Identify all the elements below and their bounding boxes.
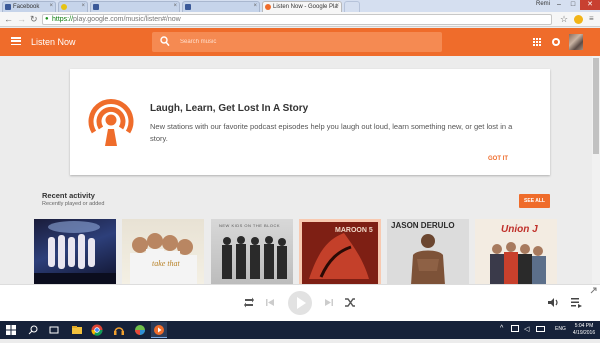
album-card[interactable]: MAROON 5 xyxy=(299,219,381,284)
windows-start-icon[interactable] xyxy=(4,323,18,337)
apps-grid-icon[interactable] xyxy=(533,38,541,46)
card-title: Laugh, Learn, Get Lost In A Story xyxy=(150,103,309,114)
page-title: Listen Now xyxy=(31,37,76,47)
avatar[interactable] xyxy=(569,34,583,50)
album-card[interactable]: NEW KIDS ON THE BLOCK xyxy=(211,219,293,284)
lock-icon: ● xyxy=(45,16,49,22)
scrollbar[interactable] xyxy=(592,56,600,284)
tab-3[interactable]: × xyxy=(90,1,180,12)
shuffle-icon[interactable] xyxy=(345,297,356,308)
active-app-highlight[interactable] xyxy=(151,322,167,338)
extension-icon[interactable] xyxy=(574,15,583,24)
previous-icon[interactable] xyxy=(266,299,274,306)
next-icon[interactable] xyxy=(325,299,333,306)
url-input[interactable]: ● https://play.google.com/music/listen#/… xyxy=(42,14,552,25)
album-art xyxy=(222,236,287,279)
os-taskbar: ^ ◁ ENG 5:04 PM 4/19/2016 xyxy=(0,321,600,339)
tab-2[interactable]: × xyxy=(58,1,88,12)
see-all-button[interactable]: SEE ALL xyxy=(519,194,550,208)
search-icon[interactable] xyxy=(160,36,170,47)
url-host: play.google.com xyxy=(73,16,124,23)
close-icon[interactable]: × xyxy=(253,3,257,9)
search-icon[interactable] xyxy=(26,323,40,337)
volume-icon[interactable] xyxy=(548,297,559,308)
network-icon[interactable] xyxy=(511,325,519,332)
tab-label: Listen Now - Google Pla xyxy=(273,4,338,10)
album-art-text: MAROON 5 xyxy=(335,227,373,234)
main-content: Laugh, Learn, Get Lost In A Story New st… xyxy=(0,56,592,284)
smiley-icon xyxy=(61,4,67,10)
language-indicator[interactable]: ENG xyxy=(555,326,566,332)
close-icon[interactable]: × xyxy=(173,3,177,9)
clock-date: 4/19/2016 xyxy=(572,330,596,336)
browser-menu-icon[interactable]: ≡ xyxy=(589,14,594,24)
reload-icon[interactable]: ↻ xyxy=(30,14,38,24)
close-icon[interactable]: × xyxy=(81,3,85,9)
clock-time: 5:04 PM xyxy=(574,323,594,329)
facebook-icon xyxy=(5,4,11,10)
scrollbar-thumb[interactable] xyxy=(593,58,599,154)
album-card[interactable] xyxy=(34,219,116,284)
close-icon[interactable]: × xyxy=(49,3,53,9)
app-header: Listen Now xyxy=(0,28,600,56)
url-path: /music/listen#/now xyxy=(123,16,181,23)
tab-label: Facebook xyxy=(13,4,40,10)
album-card[interactable]: take that xyxy=(122,219,204,284)
podcast-icon xyxy=(88,99,134,146)
tab-listen-now[interactable]: Listen Now - Google Pla × xyxy=(262,1,342,12)
minimize-icon[interactable]: – xyxy=(552,0,566,10)
battery-icon[interactable] xyxy=(536,326,545,332)
headphones-app-icon[interactable] xyxy=(112,323,126,337)
hamburger-menu-icon[interactable] xyxy=(11,37,21,46)
chevron-up-icon[interactable]: ^ xyxy=(500,325,503,332)
forward-icon[interactable]: → xyxy=(17,14,26,24)
album-card[interactable]: Union J xyxy=(475,219,557,284)
album-art xyxy=(130,233,197,284)
play-music-taskbar-icon xyxy=(154,325,164,335)
section-subtitle: Recently played or added xyxy=(42,201,105,207)
browser-user-label[interactable]: Remi xyxy=(536,1,550,7)
browser-tab-strip: Facebook × × × × Listen Now - Google Pla… xyxy=(0,0,600,12)
picasa-app-icon[interactable] xyxy=(133,323,147,337)
got-it-button[interactable]: GOT IT xyxy=(488,156,508,162)
notifications-icon[interactable] xyxy=(552,38,560,46)
file-explorer-icon[interactable] xyxy=(70,323,84,337)
window-controls: – □ ✕ xyxy=(552,0,600,10)
clock[interactable]: 5:04 PM 4/19/2016 xyxy=(568,323,600,337)
play-music-icon xyxy=(265,4,271,10)
url-scheme: https:// xyxy=(52,16,74,23)
new-tab-button[interactable] xyxy=(344,1,360,12)
podcast-promo-card: Laugh, Learn, Get Lost In A Story New st… xyxy=(70,69,550,175)
card-body: New stations with our favorite podcast e… xyxy=(150,122,513,143)
close-icon[interactable]: × xyxy=(335,3,339,9)
speaker-icon[interactable]: ◁ xyxy=(524,325,529,333)
tab-4[interactable]: × xyxy=(182,1,260,12)
close-window-icon[interactable]: ✕ xyxy=(580,0,600,10)
chrome-icon[interactable] xyxy=(90,323,104,337)
maximize-icon[interactable]: □ xyxy=(566,0,580,10)
task-view-icon[interactable] xyxy=(47,323,61,337)
back-icon[interactable]: ← xyxy=(4,14,13,24)
queue-icon[interactable] xyxy=(571,298,582,308)
album-card[interactable]: JASON DERULO xyxy=(387,219,469,284)
bookmark-star-icon[interactable]: ☆ xyxy=(560,14,568,24)
facebook-icon xyxy=(93,4,99,10)
expand-icon[interactable] xyxy=(589,287,597,295)
search-input[interactable] xyxy=(180,36,420,48)
album-art-text: NEW KIDS ON THE BLOCK xyxy=(219,223,281,228)
album-art xyxy=(34,221,116,284)
facebook-icon xyxy=(185,4,191,10)
section-title: Recent activity xyxy=(42,191,95,200)
tab-facebook[interactable]: Facebook × xyxy=(2,1,56,12)
address-bar: ← → ↻ ● https://play.google.com/music/li… xyxy=(0,12,600,27)
repeat-icon[interactable] xyxy=(243,297,255,308)
play-button[interactable] xyxy=(288,291,312,315)
album-art-text: take that xyxy=(152,259,180,268)
album-art-text: Union J xyxy=(501,224,538,235)
album-art-text: JASON DERULO xyxy=(391,221,455,230)
search-bar[interactable] xyxy=(152,32,442,52)
player-bar xyxy=(0,284,600,321)
